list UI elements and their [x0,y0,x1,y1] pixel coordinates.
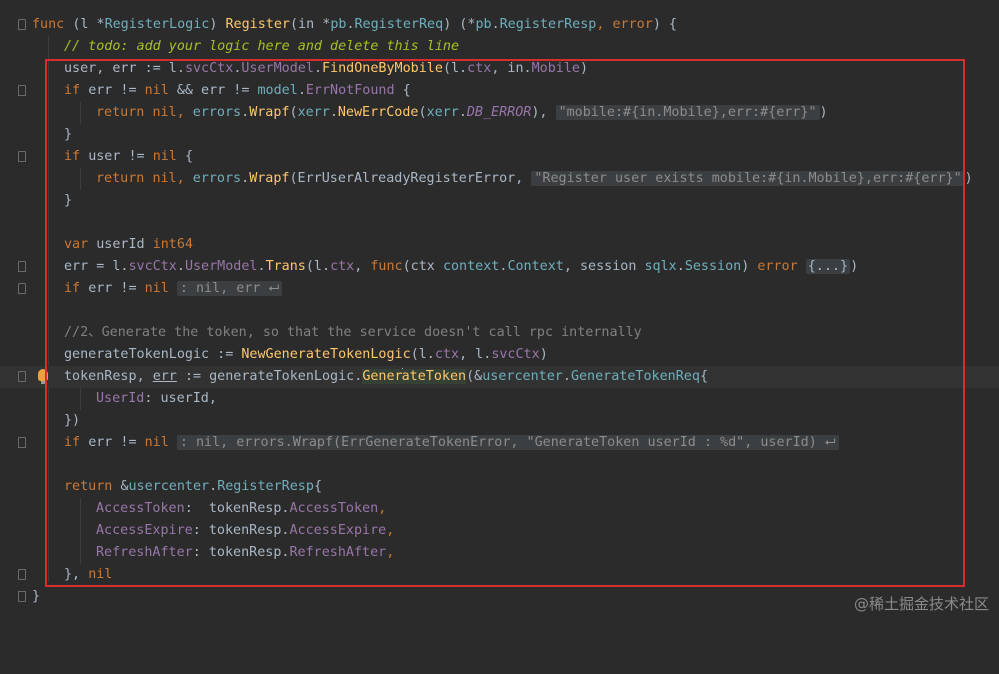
token: . [346,17,355,32]
fold-marker-icon[interactable] [18,591,26,602]
todo-comment: // todo: add your logic here and delete … [64,39,460,54]
code-editor[interactable]: func (l *RegisterLogic) Register(in *pb.… [0,0,999,620]
fold-marker-icon[interactable] [18,151,26,162]
token: , [596,17,613,32]
token: (in * [290,17,331,32]
token: RegisterResp [499,17,597,32]
token: (l * [72,17,105,32]
token: . [491,17,500,32]
fold-marker-icon[interactable] [18,261,26,272]
token: RegisterLogic [104,17,210,32]
fold-marker-icon[interactable] [18,85,26,96]
token: ) { [652,17,677,32]
token: pb [475,17,492,32]
fold-marker-icon[interactable] [18,371,26,382]
highlight-box [45,59,965,587]
code-line[interactable]: func (l *RegisterLogic) Register(in *pb.… [0,14,999,36]
token: RegisterReq [354,17,444,32]
watermark: @稀土掘金技术社区 [853,595,989,613]
fold-marker-icon[interactable] [18,19,26,30]
fold-marker-icon[interactable] [18,437,26,448]
token: pb [330,17,347,32]
code-line[interactable]: // todo: add your logic here and delete … [0,36,999,58]
token: error [612,17,653,32]
token: } [32,589,41,604]
code-line[interactable]: } [0,586,999,608]
token: func [32,17,73,32]
token: Register [225,17,291,32]
token: ) [964,171,973,186]
fold-marker-icon[interactable] [18,569,26,580]
token: ) (* [443,17,476,32]
fold-marker-icon[interactable] [18,283,26,294]
token: ) [209,17,226,32]
